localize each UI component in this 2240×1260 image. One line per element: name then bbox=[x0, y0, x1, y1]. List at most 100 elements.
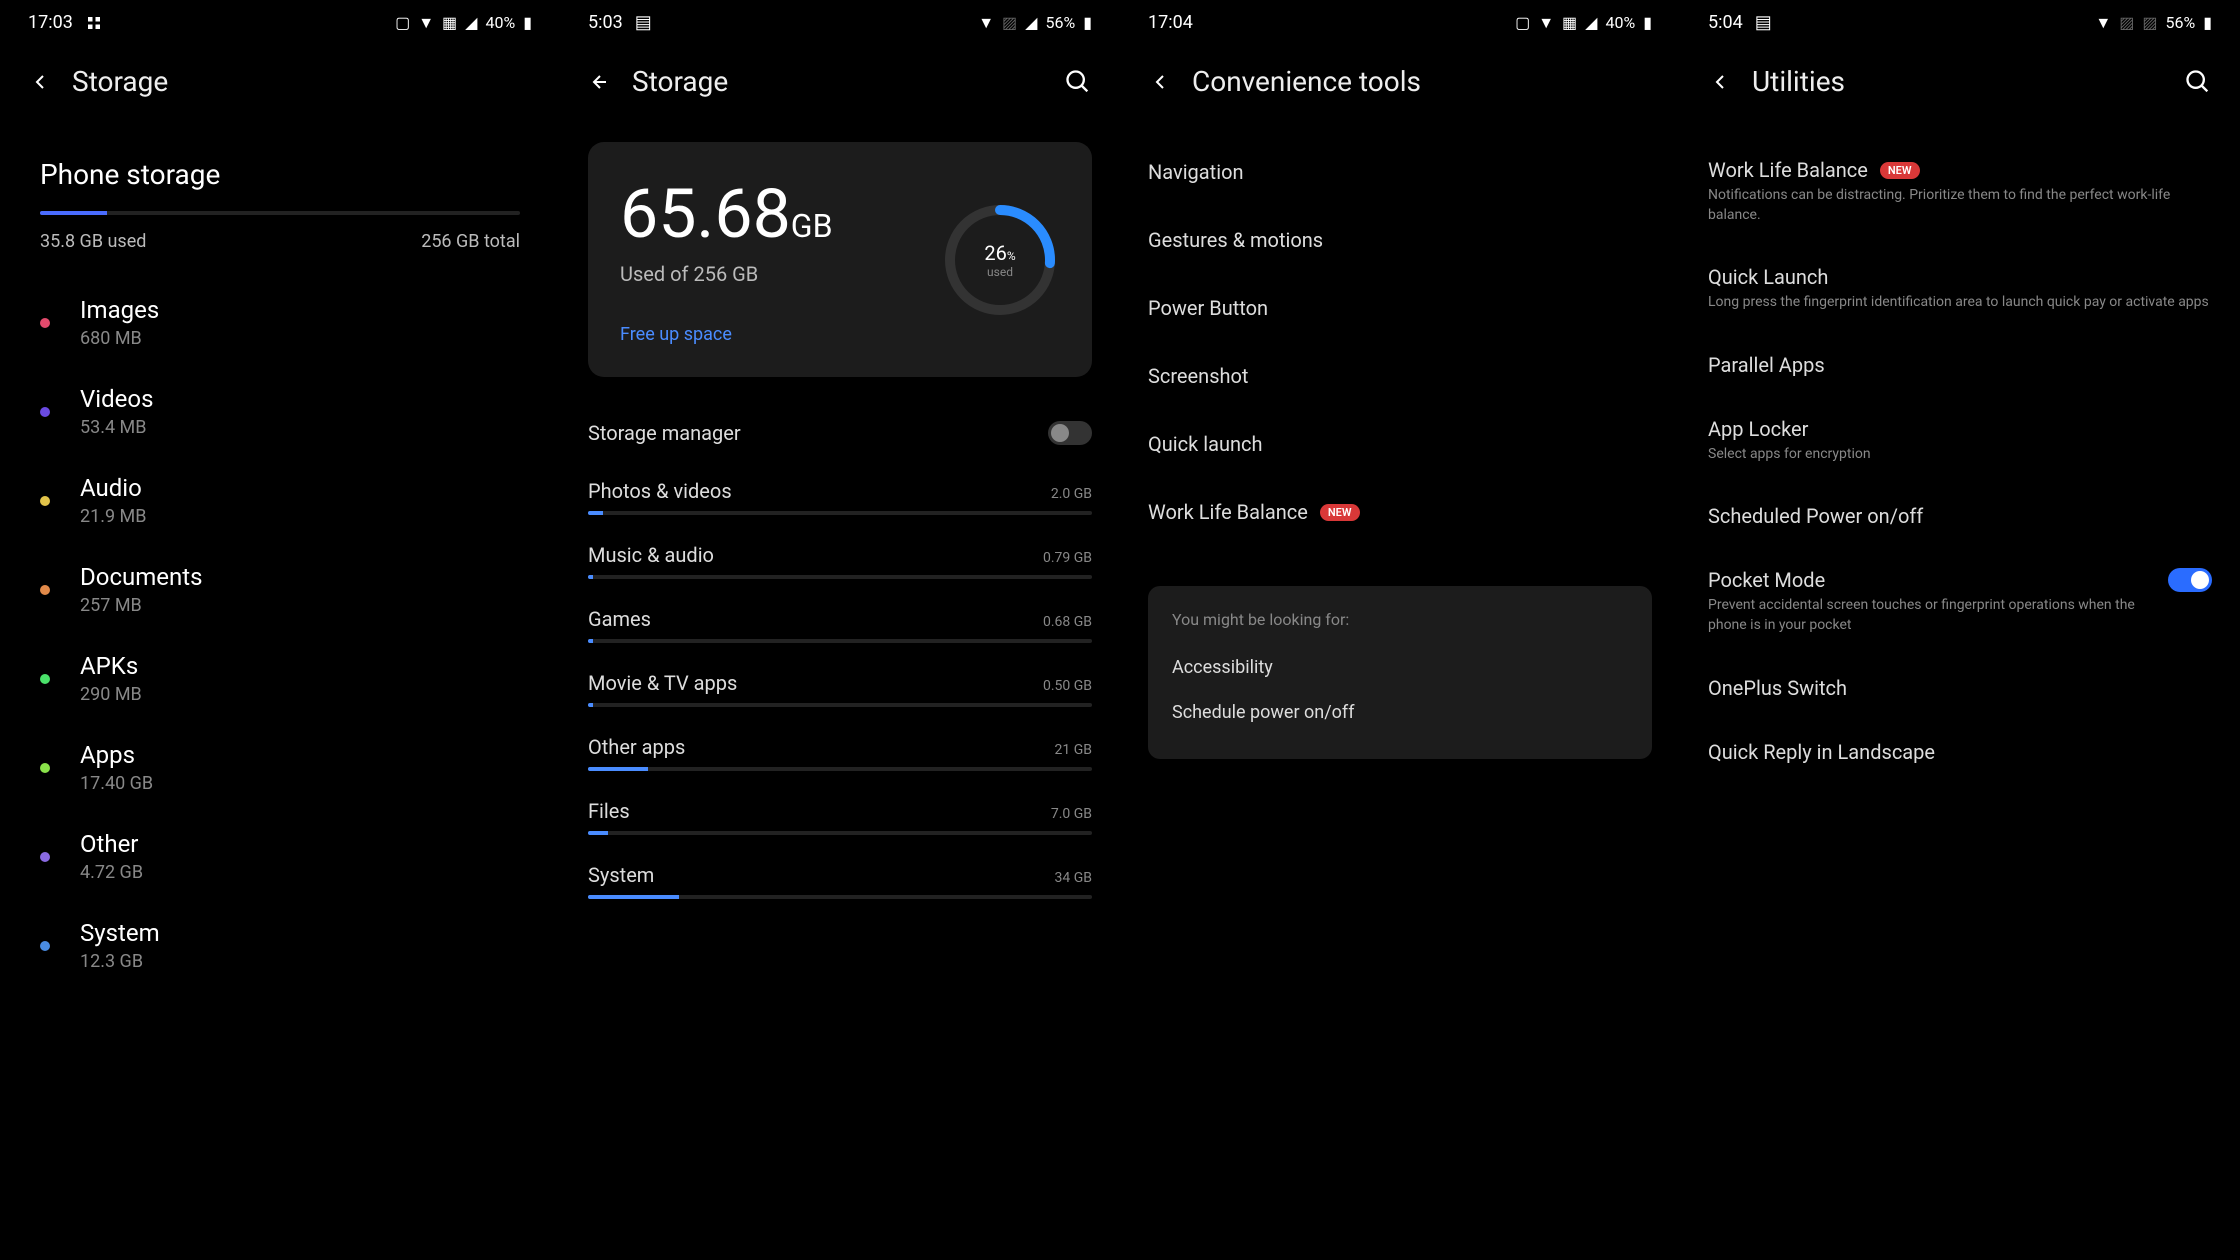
category-bar bbox=[588, 703, 1092, 707]
util-desc: Long press the fingerprint identificatio… bbox=[1708, 293, 2212, 313]
category-row[interactable]: Music & audio 0.79 GB bbox=[560, 529, 1120, 593]
util-desc: Prevent accidental screen touches or fin… bbox=[1708, 596, 2168, 635]
menu-item[interactable]: Power Button bbox=[1148, 274, 1652, 342]
color-dot bbox=[40, 407, 50, 417]
category-row[interactable]: Photos & videos 2.0 GB bbox=[560, 465, 1120, 529]
wifi-icon: ▼ bbox=[1538, 13, 1554, 33]
category-bar bbox=[588, 639, 1092, 643]
status-bar: 17:03 ▢ ▼ ▦ ◢ 40% ▮ bbox=[0, 0, 560, 45]
back-icon[interactable] bbox=[588, 70, 612, 94]
category-name: Other apps bbox=[588, 735, 685, 759]
page-title: Storage bbox=[632, 65, 728, 98]
category-size: 0.79 GB bbox=[1043, 550, 1092, 566]
menu-item-label: Gestures & motions bbox=[1148, 228, 1323, 252]
search-icon[interactable] bbox=[2184, 68, 2212, 96]
storage-item[interactable]: System 12.3 GB bbox=[40, 901, 520, 990]
util-title: Pocket Mode bbox=[1708, 568, 1825, 592]
suggestion-title: You might be looking for: bbox=[1172, 610, 1628, 629]
storage-used-of: Used of 256 GB bbox=[620, 262, 833, 286]
color-dot bbox=[40, 763, 50, 773]
color-dot bbox=[40, 318, 50, 328]
storage-manager-row[interactable]: Storage manager bbox=[560, 401, 1120, 465]
back-icon[interactable] bbox=[1148, 70, 1172, 94]
category-row[interactable]: Files 7.0 GB bbox=[560, 785, 1120, 849]
category-row[interactable]: Games 0.68 GB bbox=[560, 593, 1120, 657]
back-icon[interactable] bbox=[28, 70, 52, 94]
storage-item-size: 4.72 GB bbox=[80, 862, 143, 883]
suggestion-card: You might be looking for: AccessibilityS… bbox=[1148, 586, 1652, 759]
util-toggle[interactable] bbox=[2168, 568, 2212, 592]
category-size: 34 GB bbox=[1055, 870, 1092, 886]
storage-item[interactable]: Videos 53.4 MB bbox=[40, 367, 520, 456]
status-time: 17:03 bbox=[28, 12, 73, 33]
util-item[interactable]: Quick Reply in Landscape bbox=[1708, 720, 2212, 784]
storage-used: 35.8 GB used bbox=[40, 231, 146, 252]
storage-donut: 26% used bbox=[940, 200, 1060, 320]
storage-manager-toggle[interactable] bbox=[1048, 421, 1092, 445]
category-size: 0.68 GB bbox=[1043, 614, 1092, 630]
battery-percent: 40% bbox=[1605, 13, 1635, 32]
storage-item-title: Images bbox=[80, 296, 159, 324]
color-dot bbox=[40, 496, 50, 506]
category-size: 2.0 GB bbox=[1051, 486, 1092, 502]
status-bar: 5:04 ▤ ▼ ▨ ▨ 56% ▮ bbox=[1680, 0, 2240, 45]
util-desc: Notifications can be distracting. Priori… bbox=[1708, 186, 2212, 225]
storage-item[interactable]: Audio 21.9 MB bbox=[40, 456, 520, 545]
status-time: 17:04 bbox=[1148, 12, 1193, 33]
storage-card: 65.68GB Used of 256 GB Free up space 26%… bbox=[588, 142, 1092, 377]
util-item[interactable]: Work Life Balance NEW Notifications can … bbox=[1708, 138, 2212, 245]
storage-item[interactable]: Images 680 MB bbox=[40, 278, 520, 367]
util-item[interactable]: Parallel Apps bbox=[1708, 333, 2212, 397]
category-size: 21 GB bbox=[1055, 742, 1092, 758]
category-row[interactable]: Movie & TV apps 0.50 GB bbox=[560, 657, 1120, 721]
status-bar: 17:04 ▢ ▼ ▦ ◢ 40% ▮ bbox=[1120, 0, 1680, 45]
header: Utilities bbox=[1680, 45, 2240, 118]
category-row[interactable]: Other apps 21 GB bbox=[560, 721, 1120, 785]
util-title: Scheduled Power on/off bbox=[1708, 504, 1923, 528]
menu-item-label: Navigation bbox=[1148, 160, 1244, 184]
menu-item[interactable]: Gestures & motions bbox=[1148, 206, 1652, 274]
suggestion-item[interactable]: Accessibility bbox=[1172, 645, 1628, 690]
free-up-space-link[interactable]: Free up space bbox=[620, 324, 833, 345]
util-item[interactable]: Scheduled Power on/off bbox=[1708, 484, 2212, 548]
suggestion-item[interactable]: Schedule power on/off bbox=[1172, 690, 1628, 735]
storage-item-size: 680 MB bbox=[80, 328, 159, 349]
menu-item[interactable]: Navigation bbox=[1148, 138, 1652, 206]
util-title: OnePlus Switch bbox=[1708, 676, 1847, 700]
storage-list: Images 680 MB Videos 53.4 MB Audio 21.9 … bbox=[0, 268, 560, 1000]
storage-item[interactable]: Other 4.72 GB bbox=[40, 812, 520, 901]
panel-utilities: 5:04 ▤ ▼ ▨ ▨ 56% ▮ Utilities Work Life B… bbox=[1680, 0, 2240, 1260]
storage-item-title: Audio bbox=[80, 474, 147, 502]
panel-convenience-tools: 17:04 ▢ ▼ ▦ ◢ 40% ▮ Convenience tools Na… bbox=[1120, 0, 1680, 1260]
new-badge: NEW bbox=[1880, 162, 1920, 179]
category-bar bbox=[588, 767, 1092, 771]
battery-percent: 56% bbox=[2165, 13, 2195, 32]
battery-icon: ▮ bbox=[1643, 13, 1652, 32]
util-item[interactable]: OnePlus Switch bbox=[1708, 656, 2212, 720]
volte-icon: ▦ bbox=[1562, 13, 1577, 32]
storage-item[interactable]: Documents 257 MB bbox=[40, 545, 520, 634]
status-time: 5:04 bbox=[1708, 12, 1743, 33]
wifi-icon: ▼ bbox=[2095, 13, 2111, 33]
util-desc: Select apps for encryption bbox=[1708, 445, 2212, 465]
page-title: Storage bbox=[72, 65, 168, 98]
search-icon[interactable] bbox=[1064, 68, 1092, 96]
menu-item[interactable]: Work Life BalanceNEW bbox=[1148, 478, 1652, 546]
app-icon bbox=[85, 14, 103, 32]
util-item[interactable]: Quick Launch Long press the fingerprint … bbox=[1708, 245, 2212, 333]
page-title: Utilities bbox=[1752, 65, 1845, 98]
storage-item[interactable]: Apps 17.40 GB bbox=[40, 723, 520, 812]
util-title: Quick Launch bbox=[1708, 265, 1828, 289]
storage-item[interactable]: APKs 290 MB bbox=[40, 634, 520, 723]
storage-item-title: Videos bbox=[80, 385, 153, 413]
menu-item[interactable]: Quick launch bbox=[1148, 410, 1652, 478]
back-icon[interactable] bbox=[1708, 70, 1732, 94]
battery-percent: 40% bbox=[485, 13, 515, 32]
util-item[interactable]: Pocket Mode Prevent accidental screen to… bbox=[1708, 548, 2212, 655]
screenshot-icon: ▤ bbox=[635, 12, 652, 33]
util-item[interactable]: App Locker Select apps for encryption bbox=[1708, 397, 2212, 485]
menu-item-label: Screenshot bbox=[1148, 364, 1248, 388]
menu-item-label: Work Life Balance bbox=[1148, 500, 1308, 524]
menu-item[interactable]: Screenshot bbox=[1148, 342, 1652, 410]
category-row[interactable]: System 34 GB bbox=[560, 849, 1120, 913]
